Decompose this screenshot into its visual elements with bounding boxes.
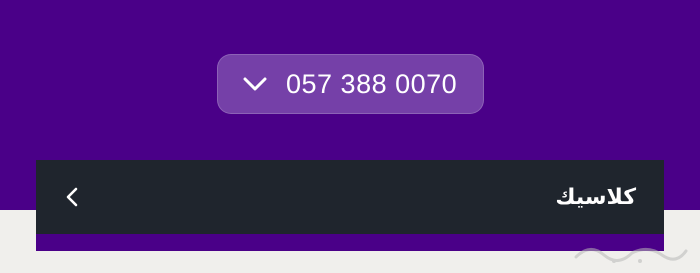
phone-number: 057 388 0070	[286, 68, 458, 99]
phone-number-button[interactable]: 057 388 0070	[217, 54, 484, 114]
haraj-logo	[570, 237, 690, 267]
category-row[interactable]: كلاسيك	[36, 160, 664, 234]
chevron-left-icon	[62, 185, 82, 209]
page: 057 388 0070 كلاسيك	[0, 0, 700, 273]
category-label: كلاسيك	[555, 184, 636, 210]
chevron-down-icon	[238, 67, 272, 101]
